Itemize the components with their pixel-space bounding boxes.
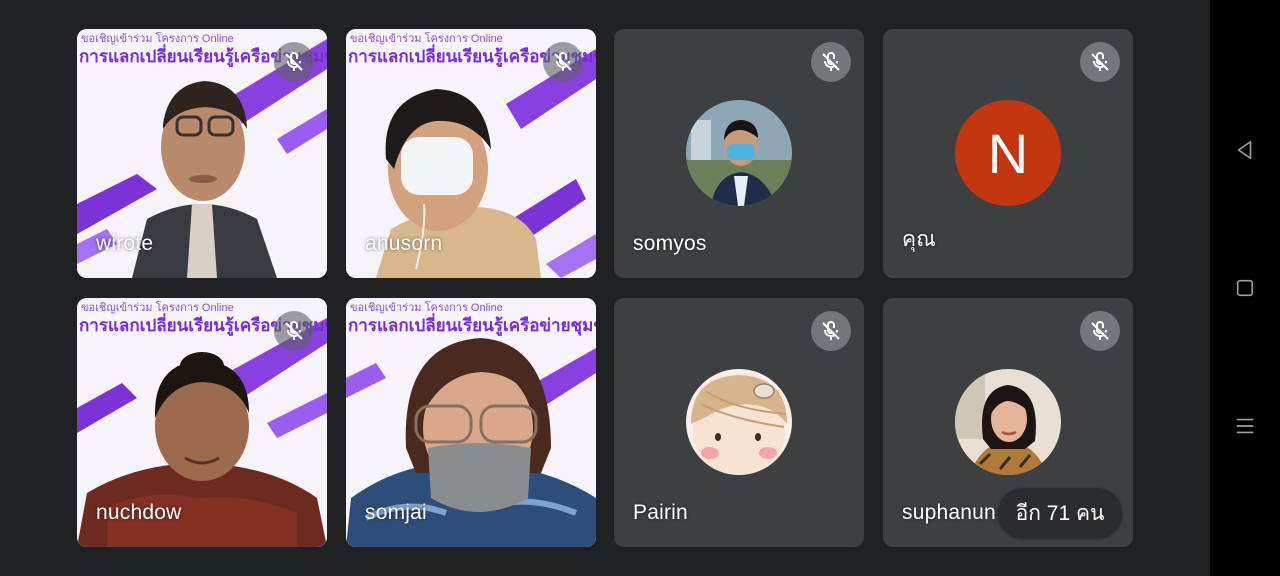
participant-name: Pairin (633, 501, 688, 524)
participant-name: wirote (96, 232, 154, 255)
participant-name: anusorn (365, 232, 443, 255)
participant-tile-somjai[interactable]: ขอเชิญเข้าร่วม โครงการ Online การแลกเปลี… (346, 298, 596, 547)
participant-tile-wirote[interactable]: ขอเชิญเข้าร่วม โครงการ Online การแลกเปลี… (77, 29, 327, 278)
home-square-icon[interactable] (1232, 275, 1258, 301)
participant-tile-anusorn[interactable]: ขอเชิญเข้าร่วม โครงการ Online การแลกเปลี… (346, 29, 596, 278)
more-participants-button[interactable]: อีก 71 คน (998, 488, 1122, 538)
mic-off-icon (274, 311, 314, 351)
participant-name: suphanun (902, 501, 996, 524)
mic-off-icon (811, 311, 851, 351)
participant-avatar-photo (686, 369, 792, 475)
mic-off-icon (543, 42, 583, 82)
participant-tile-nuchdow[interactable]: ขอเชิญเข้าร่วม โครงการ Online การแลกเปลี… (77, 298, 327, 547)
mic-off-icon (274, 42, 314, 82)
mic-off-icon (811, 42, 851, 82)
participant-name: somyos (633, 232, 707, 255)
participant-avatar-photo (955, 369, 1061, 475)
menu-lines-icon[interactable] (1232, 413, 1258, 439)
participant-name: somjai (365, 501, 427, 524)
participant-name: nuchdow (96, 501, 182, 524)
participant-avatar-photo (686, 100, 792, 206)
participant-tile-self[interactable]: N คุณ (883, 29, 1133, 278)
participant-name: คุณ (902, 228, 936, 251)
mic-off-icon (1080, 42, 1120, 82)
meeting-grid: ขอเชิญเข้าร่วม โครงการ Online การแลกเปลี… (0, 0, 1210, 576)
back-triangle-icon[interactable] (1232, 137, 1258, 163)
participant-tile-somyos[interactable]: somyos (614, 29, 864, 278)
participant-avatar-initial: N (955, 100, 1061, 206)
android-navigation-bar (1210, 0, 1280, 576)
participant-tile-pairin[interactable]: Pairin (614, 298, 864, 547)
mic-off-icon (1080, 311, 1120, 351)
